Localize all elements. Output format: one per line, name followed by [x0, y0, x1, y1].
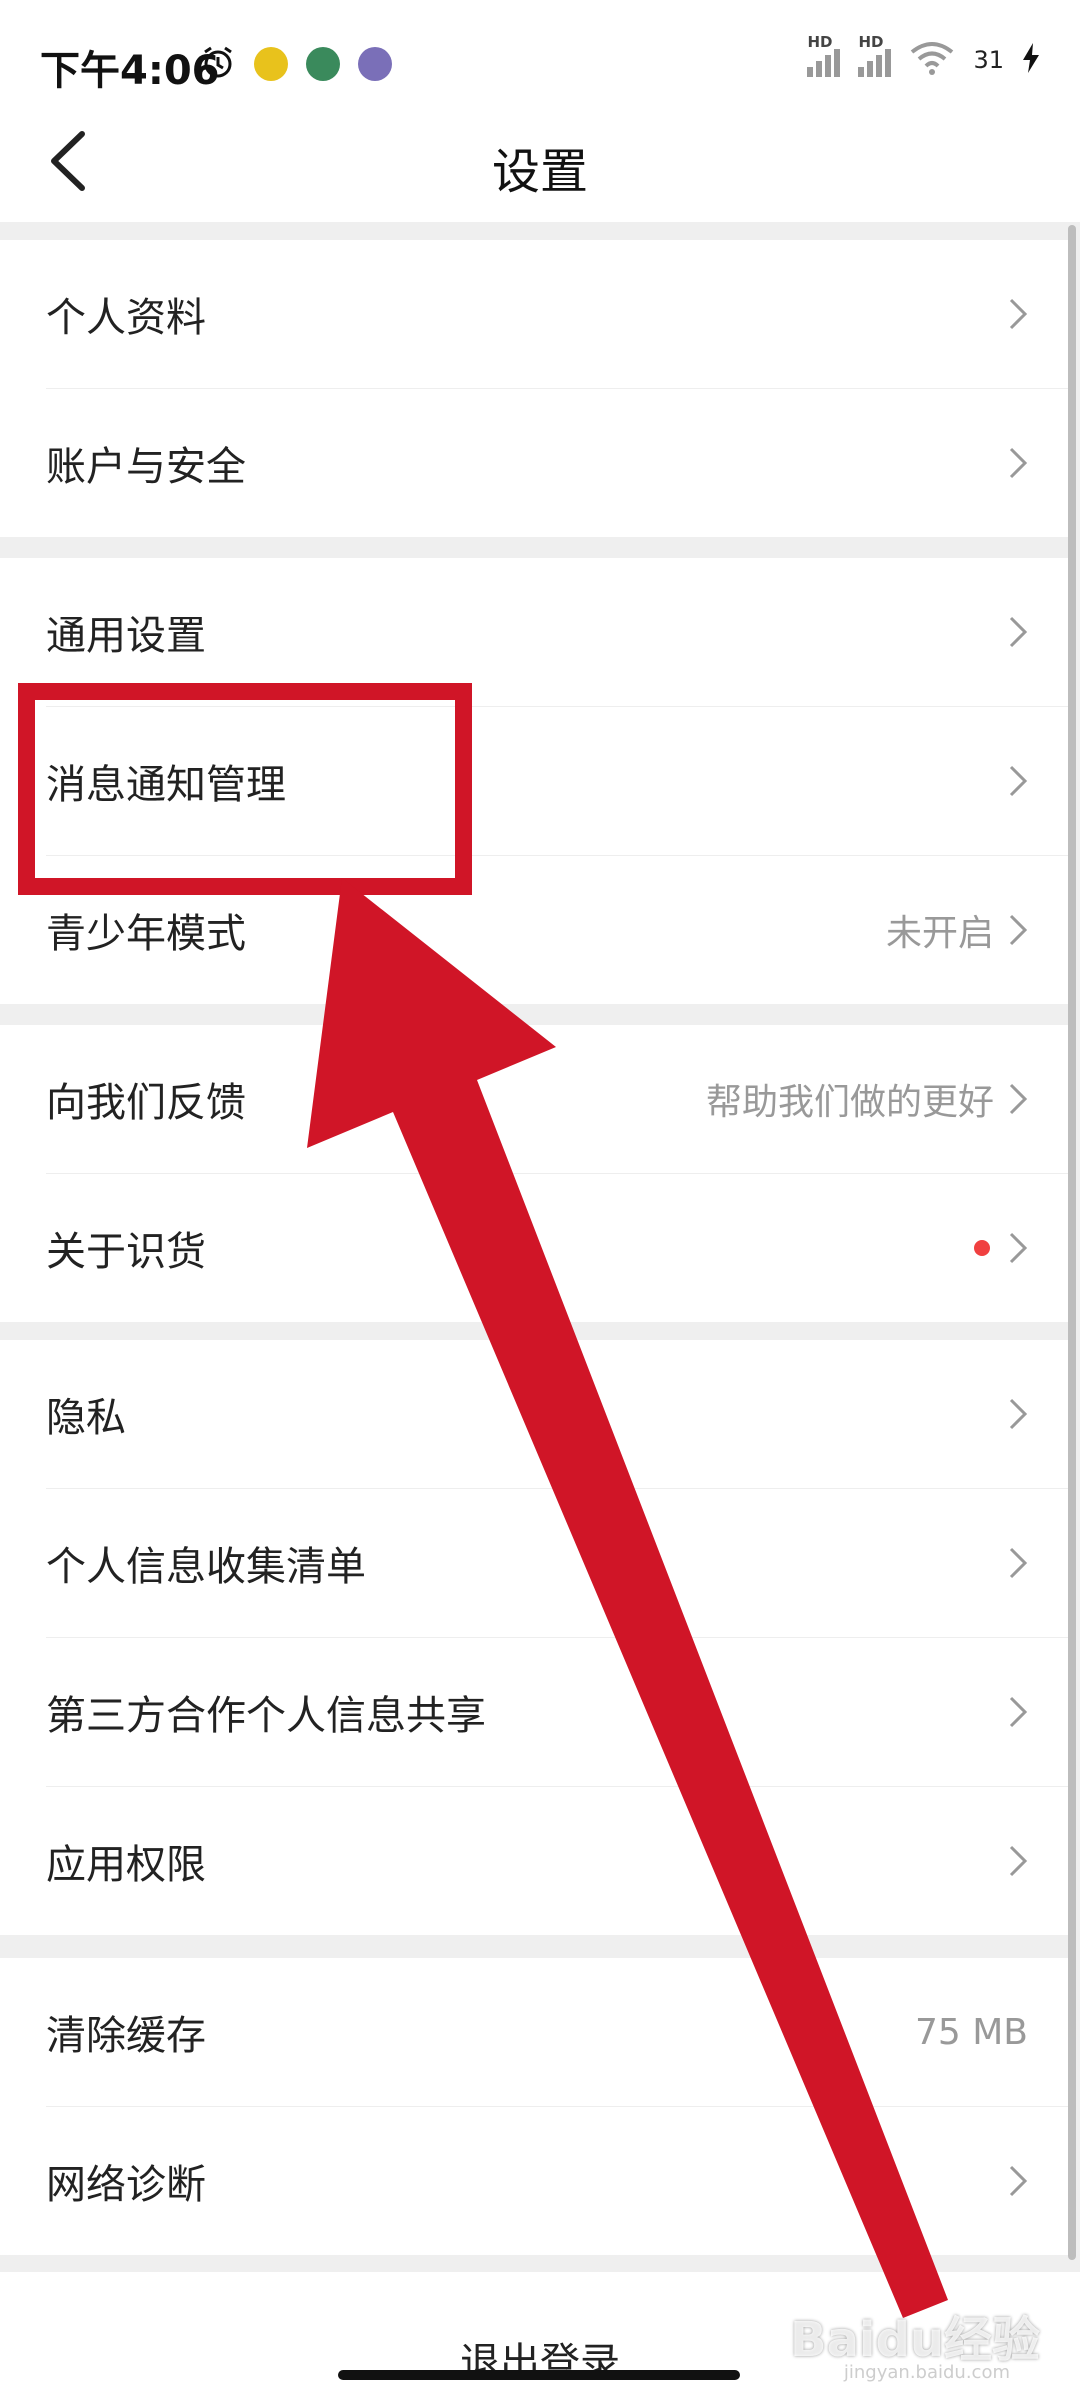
scrollbar[interactable] — [1068, 225, 1076, 2260]
wifi-icon — [909, 40, 955, 80]
settings-item-value: 帮助我们做的更好 — [705, 1082, 994, 1123]
settings-group-privacy: 隐私 个人信息收集清单 第三方合作个人信息共享 应用权限 — [0, 1340, 1068, 1935]
chevron-right-icon — [1009, 1696, 1028, 1728]
watermark-logo: Baidu经验 — [790, 2312, 1040, 2368]
settings-item-third-party-sharing[interactable]: 第三方合作个人信息共享 — [46, 1638, 1068, 1787]
settings-item-label: 网络诊断 — [46, 2162, 206, 2208]
settings-item-about[interactable]: 关于识货 — [46, 1174, 1068, 1322]
settings-group-account: 个人资料 账户与安全 — [0, 240, 1068, 537]
settings-group-feedback: 向我们反馈 帮助我们做的更好 关于识货 — [0, 1025, 1068, 1322]
chevron-right-icon — [1009, 2165, 1028, 2197]
header: 设置 — [0, 100, 1080, 222]
settings-item-clear-cache[interactable]: 清除缓存 75 MB — [46, 1958, 1068, 2107]
home-indicator[interactable] — [338, 2370, 740, 2380]
settings-item-label: 青少年模式 — [46, 911, 246, 957]
settings-item-label: 个人资料 — [46, 295, 206, 341]
chevron-right-icon — [1009, 1232, 1028, 1264]
settings-item-label: 清除缓存 — [46, 2013, 206, 2059]
page-title: 设置 — [491, 144, 588, 200]
chevron-right-icon — [1009, 1083, 1028, 1115]
chevron-right-icon — [1009, 1398, 1028, 1430]
status-system-icons: HD HD 31 — [807, 33, 1040, 80]
app-notification-icon — [306, 47, 340, 81]
settings-item-label: 应用权限 — [46, 1842, 206, 1888]
status-time: 下午4:06 — [40, 48, 220, 94]
settings-item-privacy[interactable]: 隐私 — [46, 1340, 1068, 1489]
annotation-highlight-box — [18, 683, 472, 895]
settings-item-label: 个人信息收集清单 — [46, 1544, 366, 1590]
settings-item-info-collection[interactable]: 个人信息收集清单 — [46, 1489, 1068, 1638]
settings-item-label: 通用设置 — [46, 613, 206, 659]
settings-group-storage: 清除缓存 75 MB 网络诊断 — [0, 1958, 1068, 2255]
notification-dot — [974, 1240, 990, 1256]
settings-item-feedback[interactable]: 向我们反馈 帮助我们做的更好 — [46, 1025, 1068, 1174]
signal-icon: HD — [858, 33, 892, 77]
settings-item-label: 向我们反馈 — [46, 1080, 246, 1126]
settings-item-profile[interactable]: 个人资料 — [46, 240, 1068, 389]
battery-level: 31 — [973, 46, 1004, 74]
settings-item-label: 第三方合作个人信息共享 — [46, 1693, 486, 1739]
settings-item-label: 账户与安全 — [46, 444, 246, 490]
app-notification-icon — [254, 47, 288, 81]
cache-size: 75 MB — [914, 2011, 1028, 2053]
settings-item-network-diagnosis[interactable]: 网络诊断 — [46, 2107, 1068, 2255]
settings-item-value: 未开启 — [885, 913, 994, 954]
chevron-right-icon — [1009, 447, 1028, 479]
chevron-right-icon — [1009, 914, 1028, 946]
signal-icon: HD — [807, 33, 841, 77]
settings-item-account-security[interactable]: 账户与安全 — [46, 389, 1068, 537]
alarm-icon — [200, 44, 236, 84]
settings-item-app-permissions[interactable]: 应用权限 — [46, 1787, 1068, 1935]
status-notification-icons — [200, 44, 392, 84]
chevron-right-icon — [1009, 1845, 1028, 1877]
charging-icon — [1022, 43, 1040, 77]
watermark-url: jingyan.baidu.com — [843, 2362, 1010, 2383]
chevron-right-icon — [1009, 298, 1028, 330]
app-notification-icon — [358, 47, 392, 81]
settings-item-label: 隐私 — [46, 1395, 126, 1441]
settings-item-label: 关于识货 — [46, 1229, 206, 1275]
chevron-right-icon — [1009, 1547, 1028, 1579]
chevron-right-icon — [1009, 616, 1028, 648]
chevron-right-icon — [1009, 765, 1028, 797]
